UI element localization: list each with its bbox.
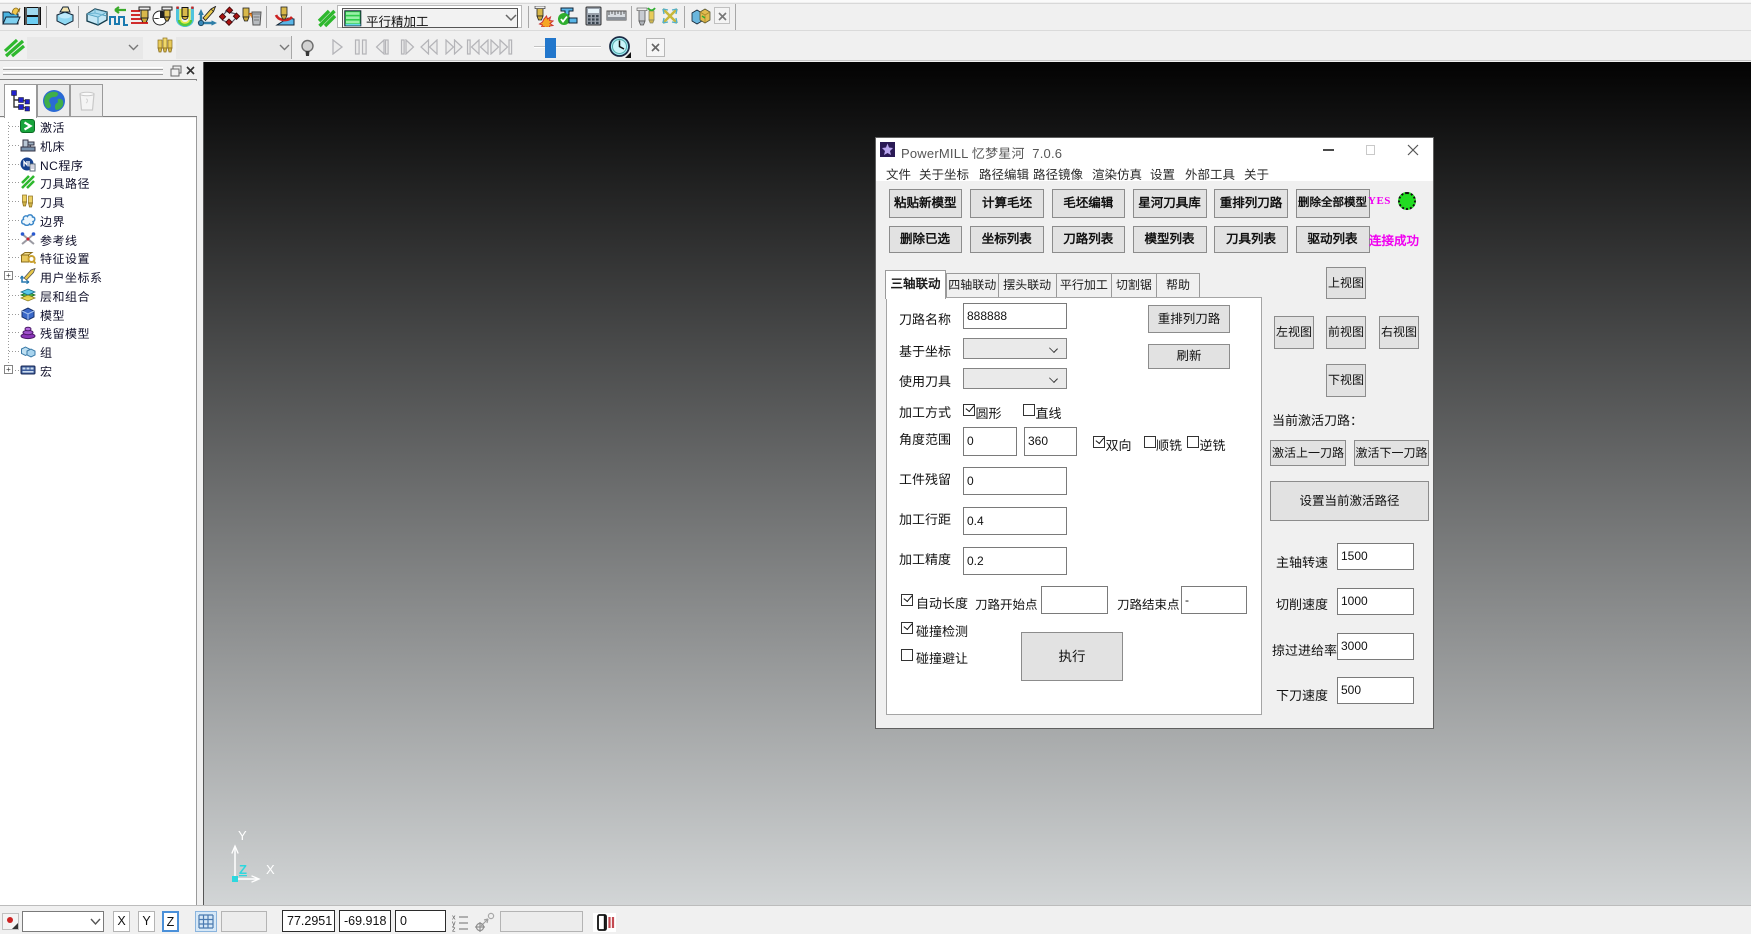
svg-text:Y: Y [238,830,247,843]
svg-text:z: z [452,927,456,933]
svg-text:Z: Z [239,862,247,877]
svg-text:X: X [266,862,275,877]
